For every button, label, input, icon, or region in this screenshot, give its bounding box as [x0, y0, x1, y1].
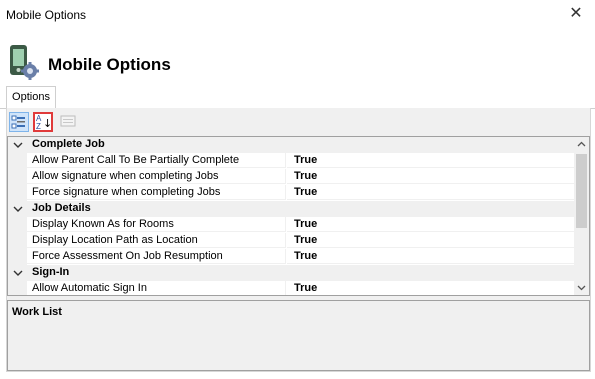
- tab-strip: Options: [0, 86, 595, 109]
- property-name: Allow Automatic Sign In: [27, 281, 286, 295]
- property-name: Force signature when completing Jobs: [27, 185, 286, 200]
- property-toolbar: A Z ↓: [7, 108, 590, 136]
- property-value[interactable]: True: [287, 185, 574, 200]
- sort-arrow-glyph: ↓: [43, 117, 51, 130]
- categorized-view-icon[interactable]: [9, 112, 29, 132]
- scrollbar-thumb[interactable]: [576, 154, 587, 228]
- scroll-up-icon[interactable]: [574, 137, 589, 152]
- property-name: Display Known As for Rooms: [27, 217, 286, 232]
- property-row[interactable]: Display Known As for Rooms True: [8, 217, 574, 233]
- options-panel: A Z ↓ Complete Job Allow Parent Call To …: [6, 108, 591, 372]
- page-title: Mobile Options: [48, 55, 171, 74]
- property-value[interactable]: True: [287, 169, 574, 184]
- category-label: Sign-In: [32, 266, 70, 278]
- property-value[interactable]: True: [287, 217, 574, 232]
- description-title: Work List: [12, 306, 62, 318]
- vertical-scrollbar[interactable]: [574, 137, 589, 295]
- alpha-z-glyph: Z: [36, 122, 41, 130]
- category-sign-in[interactable]: Sign-In: [8, 265, 574, 281]
- scroll-down-icon[interactable]: [574, 280, 589, 295]
- category-label: Complete Job: [32, 138, 105, 150]
- property-row[interactable]: Allow Parent Call To Be Partially Comple…: [8, 153, 574, 169]
- property-name: Force Assessment On Job Resumption: [27, 249, 286, 264]
- property-row[interactable]: Force signature when completing Jobs True: [8, 185, 574, 201]
- property-name: Display Location Path as Location: [27, 233, 286, 248]
- category-label: Job Details: [32, 202, 91, 214]
- property-pages-icon: [59, 112, 79, 132]
- property-name: Allow signature when completing Jobs: [27, 169, 286, 184]
- chevron-down-icon[interactable]: [12, 202, 24, 216]
- property-value[interactable]: True: [287, 281, 574, 295]
- property-grid[interactable]: Complete Job Allow Parent Call To Be Par…: [7, 136, 590, 296]
- description-pane: Work List: [7, 300, 590, 371]
- dialog-header: Mobile Options: [0, 36, 595, 92]
- chevron-down-icon[interactable]: [12, 138, 24, 152]
- category-job-details[interactable]: Job Details: [8, 201, 574, 217]
- property-row[interactable]: Allow signature when completing Jobs True: [8, 169, 574, 185]
- category-complete-job[interactable]: Complete Job: [8, 137, 574, 153]
- close-icon[interactable]: ✕: [565, 4, 587, 26]
- property-row[interactable]: Allow Automatic Sign In True: [8, 281, 574, 295]
- mobile-settings-icon: [8, 44, 40, 80]
- alphabetical-sort-icon[interactable]: A Z ↓: [33, 112, 53, 132]
- window-title: Mobile Options: [6, 8, 87, 22]
- property-rows: Complete Job Allow Parent Call To Be Par…: [8, 137, 574, 295]
- property-value[interactable]: True: [287, 233, 574, 248]
- chevron-down-icon[interactable]: [12, 266, 24, 280]
- property-row[interactable]: Force Assessment On Job Resumption True: [8, 249, 574, 265]
- property-value[interactable]: True: [287, 153, 574, 168]
- property-name: Allow Parent Call To Be Partially Comple…: [27, 153, 286, 168]
- title-bar: Mobile Options ✕: [0, 0, 595, 30]
- tab-options[interactable]: Options: [6, 86, 56, 108]
- property-value[interactable]: True: [287, 249, 574, 264]
- property-row[interactable]: Display Location Path as Location True: [8, 233, 574, 249]
